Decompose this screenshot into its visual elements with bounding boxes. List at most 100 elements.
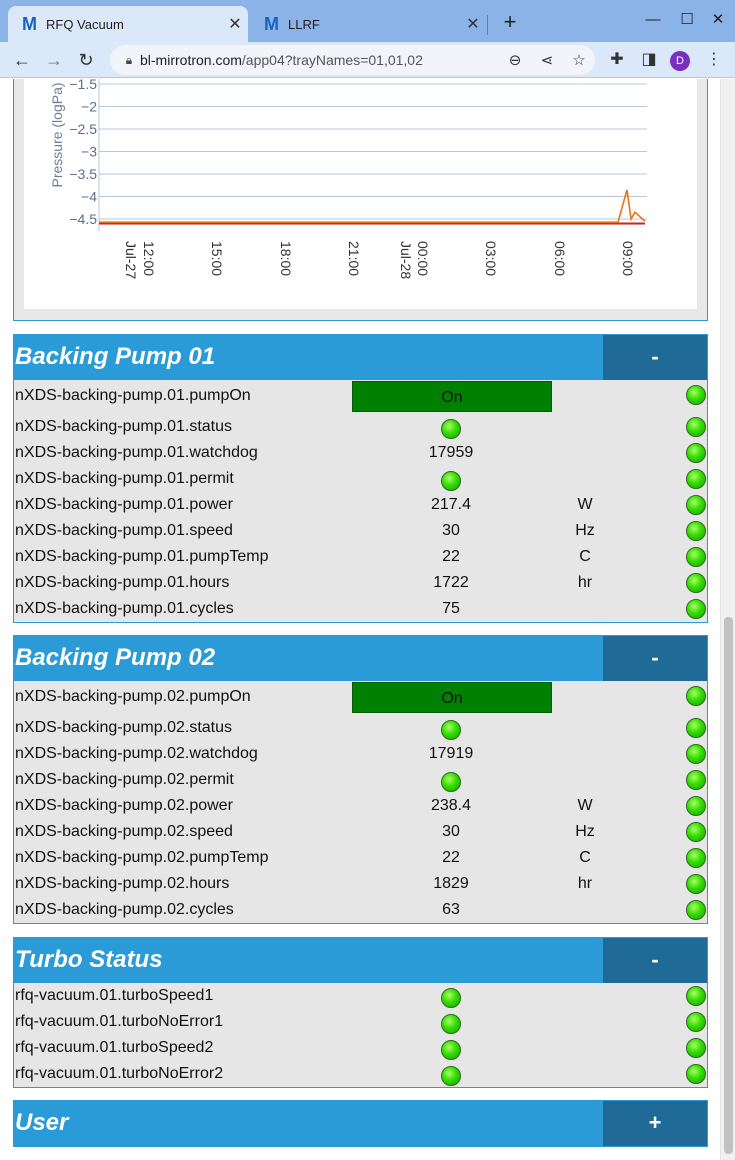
y-tick-label: −1.5: [69, 79, 97, 92]
pv-row: nXDS-backing-pump.01.pumpOn On: [14, 380, 707, 414]
tab-separator: [487, 15, 488, 35]
status-led-icon: [441, 772, 461, 792]
pv-row: nXDS-backing-pump.02.watchdog 17919: [14, 741, 707, 767]
pv-name: nXDS-backing-pump.01.status: [15, 418, 232, 435]
site-favicon-icon: M: [22, 13, 37, 34]
pv-name: nXDS-backing-pump.01.pumpOn: [15, 387, 251, 404]
bookmark-star-icon[interactable]: ☆: [563, 51, 595, 69]
pressure-chart[interactable]: −1.5 −2 −2.5 −3 −3.5 −4 −4.5 12:00 15:00 18:00 21…: [24, 79, 697, 309]
section-collapse-toggle-button[interactable]: -: [603, 335, 707, 380]
extensions-puzzle-icon[interactable]: ✚: [605, 48, 629, 72]
connection-status-led-icon: [686, 848, 706, 868]
chart-y-ticks: −1.5 −2 −2.5 −3 −3.5 −4 −4.5: [69, 79, 97, 227]
back-arrow-icon[interactable]: ←: [10, 48, 34, 72]
pv-name: nXDS-backing-pump.01.cycles: [15, 600, 234, 617]
x-date-label: Jul-28: [398, 241, 414, 279]
section-collapse-toggle-button[interactable]: +: [603, 1101, 707, 1146]
scrollbar-thumb[interactable]: [724, 617, 733, 1154]
pv-row: nXDS-backing-pump.02.hours 1829 hr: [14, 871, 707, 897]
pv-value: 217.4: [430, 496, 472, 513]
chart-x-ticks: 12:00 15:00 18:00 21:00 00:00 03:00 06:00 09:00…: [123, 241, 636, 279]
status-led-icon: [441, 1014, 461, 1034]
pv-value: 1722: [433, 574, 469, 591]
chart-series: [99, 189, 646, 225]
pv-unit: W: [577, 797, 593, 814]
pv-value: 238.4: [430, 797, 472, 814]
connection-status-led-icon: [686, 1012, 706, 1032]
pv-name: nXDS-backing-pump.01.permit: [15, 470, 234, 487]
pv-unit: Hz: [575, 823, 595, 840]
y-tick-label: −2.5: [69, 121, 97, 137]
connection-status-led-icon: [686, 385, 706, 405]
address-bar[interactable]: 🔒︎ bl-mirrotron.com/app04?trayNames=01,0…: [110, 45, 595, 75]
forward-arrow-icon[interactable]: →: [42, 48, 66, 72]
pv-value: 17919: [428, 745, 474, 762]
pv-name: rfq-vacuum.01.turboSpeed1: [15, 987, 214, 1004]
pv-name: nXDS-backing-pump.02.watchdog: [15, 745, 258, 762]
pv-name: nXDS-backing-pump.02.speed: [15, 823, 233, 840]
pv-row: nXDS-backing-pump.02.cycles 63: [14, 897, 707, 923]
minimize-icon[interactable]: —: [638, 8, 668, 32]
section-header: Backing Pump 02 -: [14, 636, 707, 681]
chart-area: −1.5 −2 −2.5 −3 −3.5 −4 −4.5 12:00 15:00 18:00 21…: [24, 79, 697, 309]
tab-title: LLRF: [288, 16, 320, 32]
pv-name: nXDS-backing-pump.01.power: [15, 496, 233, 513]
section-header: Backing Pump 01 -: [14, 335, 707, 380]
browser-toolbar: ← → ↻ 🔒︎ bl-mirrotron.com/app04?trayName…: [0, 42, 735, 78]
pv-value: 63: [442, 901, 460, 918]
profile-avatar[interactable]: D: [670, 51, 690, 71]
more-menu-icon[interactable]: ⋮: [702, 48, 726, 72]
pv-unit: W: [577, 496, 593, 513]
close-tab-icon[interactable]: ✕: [460, 14, 486, 34]
side-panel-icon[interactable]: ◨: [637, 48, 661, 72]
connection-status-led-icon: [686, 573, 706, 593]
new-tab-button[interactable]: +: [498, 10, 522, 34]
pv-row: nXDS-backing-pump.01.cycles 75: [14, 596, 707, 622]
pv-value: 22: [442, 548, 460, 565]
tab-llrf[interactable]: M LLRF ✕: [250, 6, 486, 42]
section-collapse-toggle-button[interactable]: -: [603, 938, 707, 983]
pv-name: nXDS-backing-pump.01.speed: [15, 522, 233, 539]
x-tick-label: 15:00: [209, 241, 225, 276]
pv-name: nXDS-backing-pump.02.permit: [15, 771, 234, 788]
pv-row: nXDS-backing-pump.01.hours 1722 hr: [14, 570, 707, 596]
pv-unit: C: [579, 849, 591, 866]
pv-name: nXDS-backing-pump.01.watchdog: [15, 444, 258, 461]
connection-status-led-icon: [686, 469, 706, 489]
pv-value: 22: [442, 849, 460, 866]
pump-on-button[interactable]: On: [352, 682, 552, 713]
tab-rfq-vacuum[interactable]: M RFQ Vacuum ✕: [8, 6, 248, 42]
pv-name: rfq-vacuum.01.turboNoError1: [15, 1013, 224, 1030]
pv-name: nXDS-backing-pump.02.status: [15, 719, 232, 736]
connection-status-led-icon: [686, 822, 706, 842]
section-collapse-toggle-button[interactable]: -: [603, 636, 707, 681]
pressure-series-line: [99, 189, 646, 223]
connection-status-led-icon: [686, 796, 706, 816]
connection-status-led-icon: [686, 495, 706, 515]
reload-icon[interactable]: ↻: [74, 48, 98, 72]
connection-status-led-icon: [686, 744, 706, 764]
share-icon[interactable]: ⋖: [531, 51, 563, 69]
zoom-icon[interactable]: ⊖: [499, 51, 531, 69]
chart-y-axis-label: Pressure (logPa): [49, 82, 65, 187]
pv-row: nXDS-backing-pump.02.power 238.4 W: [14, 793, 707, 819]
x-tick-label: 21:00: [346, 241, 362, 276]
section-backing-pump-02: Backing Pump 02- nXDS-backing-pump.02.pum…: [13, 635, 708, 924]
y-tick-label: −2: [81, 99, 97, 115]
close-tab-icon[interactable]: ✕: [222, 14, 248, 34]
pv-row: rfq-vacuum.01.turboSpeed1: [14, 983, 707, 1009]
status-led-icon: [441, 419, 461, 439]
pump-on-button[interactable]: On: [352, 381, 552, 412]
pv-row: rfq-vacuum.01.turboNoError1: [14, 1009, 707, 1035]
pv-name: nXDS-backing-pump.02.power: [15, 797, 233, 814]
section-header: User +: [14, 1101, 707, 1146]
x-date-label: Jul-27: [123, 241, 139, 279]
maximize-icon[interactable]: ☐: [672, 8, 702, 32]
pv-row: rfq-vacuum.01.turboNoError2: [14, 1061, 707, 1087]
close-window-icon[interactable]: ✕: [703, 8, 733, 32]
url-text[interactable]: bl-mirrotron.com/app04?trayNames=01,01,0…: [140, 52, 499, 68]
pv-name: rfq-vacuum.01.turboNoError2: [15, 1065, 224, 1082]
status-led-icon: [441, 1066, 461, 1086]
page-scrollbar[interactable]: [720, 79, 735, 1160]
status-led-icon: [441, 988, 461, 1008]
